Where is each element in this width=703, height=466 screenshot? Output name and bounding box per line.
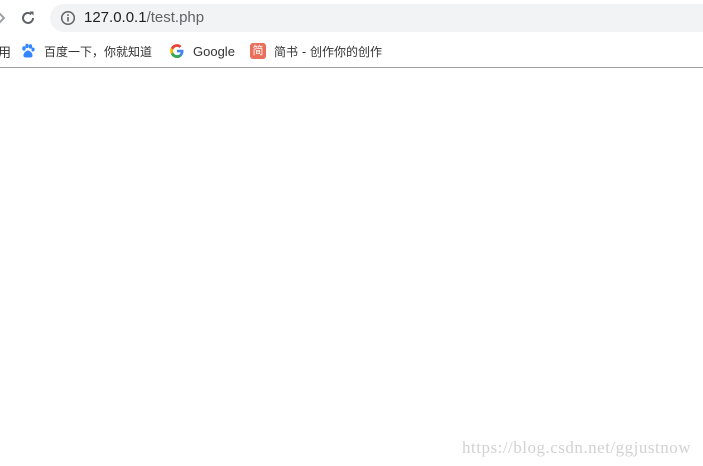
browser-toolbar: 127.0.0.1/test.php (0, 0, 703, 36)
url-host: 127.0.0.1 (84, 9, 147, 26)
bookmark-fragment[interactable]: 用 (0, 42, 11, 61)
reload-icon (22, 11, 34, 24)
google-g-icon (170, 44, 184, 58)
watermark: https://blog.csdn.net/ggjustnow (462, 438, 691, 457)
page-content: https://blog.csdn.net/ggjustnow (0, 68, 703, 466)
bookmark-jianshu[interactable]: 简 简书 - 创作你的创作 (250, 41, 382, 61)
url-text[interactable]: 127.0.0.1/test.php (84, 9, 204, 27)
bookmark-label: 百度一下，你就知道 (44, 44, 153, 59)
bookmark-label: 简书 - 创作你的创作 (274, 44, 382, 59)
address-bar[interactable]: 127.0.0.1/test.php (50, 4, 703, 32)
info-icon[interactable] (60, 10, 76, 26)
reload-button[interactable] (16, 6, 40, 30)
forward-arrow-icon[interactable] (0, 11, 5, 25)
bookmarks-bar: 用 百度一下，你就知道 Google 简 简书 - 创作你的创作 (0, 36, 703, 68)
baidu-paw-icon (22, 43, 35, 58)
bookmark-baidu[interactable]: 百度一下，你就知道 (20, 41, 152, 61)
bookmark-google[interactable]: Google (169, 41, 235, 61)
jianshu-icon: 简 (250, 43, 266, 59)
bookmark-label: Google (193, 43, 235, 59)
url-path: /test.php (146, 9, 205, 26)
